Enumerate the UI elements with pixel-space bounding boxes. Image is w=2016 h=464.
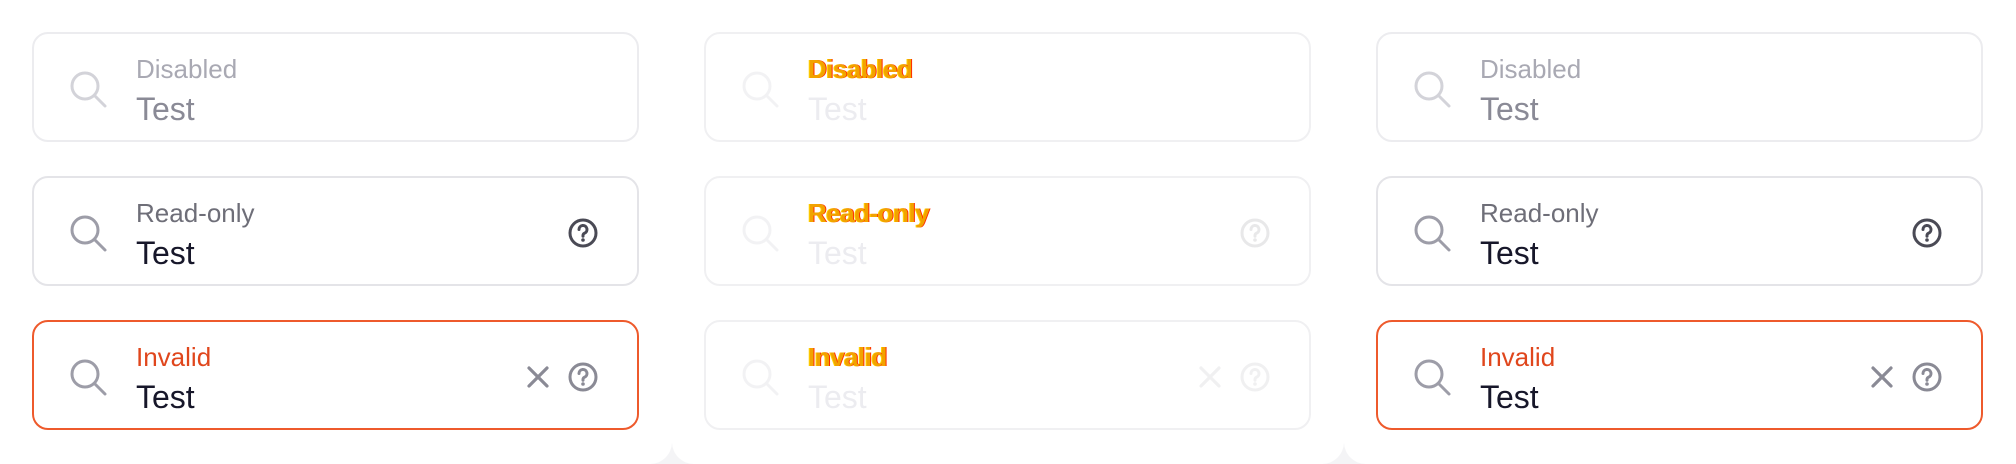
field-value: Test [808,379,867,415]
search-field-readonly[interactable]: Read-only Test [1376,176,1983,286]
search-field-disabled: Disabled Test [32,32,639,142]
clear-icon[interactable] [525,364,551,390]
panel-left: Disabled Test Read-only Test Invalid Tes… [0,0,672,464]
search-icon [1414,71,1451,108]
field-label: Invalid [136,342,212,372]
clear-icon [1199,366,1221,388]
search-icon [742,359,779,396]
stage: Disabled Test Read-only Test Invalid Tes… [0,0,2016,464]
search-icon [1414,215,1451,252]
clear-icon[interactable] [1869,364,1895,390]
panel-right: Disabled Test Read-only Test Invalid Tes… [1344,0,2016,464]
panel-middle: Disabled Test Read-only Test Invalid Tes… [672,0,1344,464]
field-value: Test [136,91,195,127]
search-icon [70,71,107,108]
help-icon [1240,362,1270,392]
search-icon [70,215,107,252]
help-icon[interactable] [567,217,599,249]
field-value: Test [136,235,195,271]
field-value: Test [1480,91,1539,127]
help-icon[interactable] [1911,361,1943,393]
field-value: Test [1480,235,1539,271]
help-icon[interactable] [567,361,599,393]
search-field-disabled: Disabled Test [1376,32,1983,142]
search-field-invalid: Invalid Test [704,320,1311,430]
field-label: Disabled [136,54,238,84]
search-field-readonly[interactable]: Read-only Test [32,176,639,286]
field-label: Disabled [808,54,913,84]
search-icon [742,215,779,252]
search-field-disabled: Disabled Test [704,32,1311,142]
field-label: Invalid [808,342,887,372]
help-icon[interactable] [1911,217,1943,249]
search-icon [1414,359,1451,396]
field-label: Read-only [808,198,930,228]
field-value: Test [136,379,195,415]
search-icon [70,359,107,396]
search-field-invalid[interactable]: Invalid Test [32,320,639,430]
field-value: Test [808,91,867,127]
field-label: Invalid [1480,342,1556,372]
search-field-invalid[interactable]: Invalid Test [1376,320,1983,430]
field-label: Disabled [1480,54,1582,84]
help-icon [1240,218,1270,248]
field-value: Test [1480,379,1539,415]
field-value: Test [808,235,867,271]
field-label: Read-only [1480,198,1599,228]
search-field-readonly: Read-only Test [704,176,1311,286]
search-icon [742,71,779,108]
field-label: Read-only [136,198,255,228]
